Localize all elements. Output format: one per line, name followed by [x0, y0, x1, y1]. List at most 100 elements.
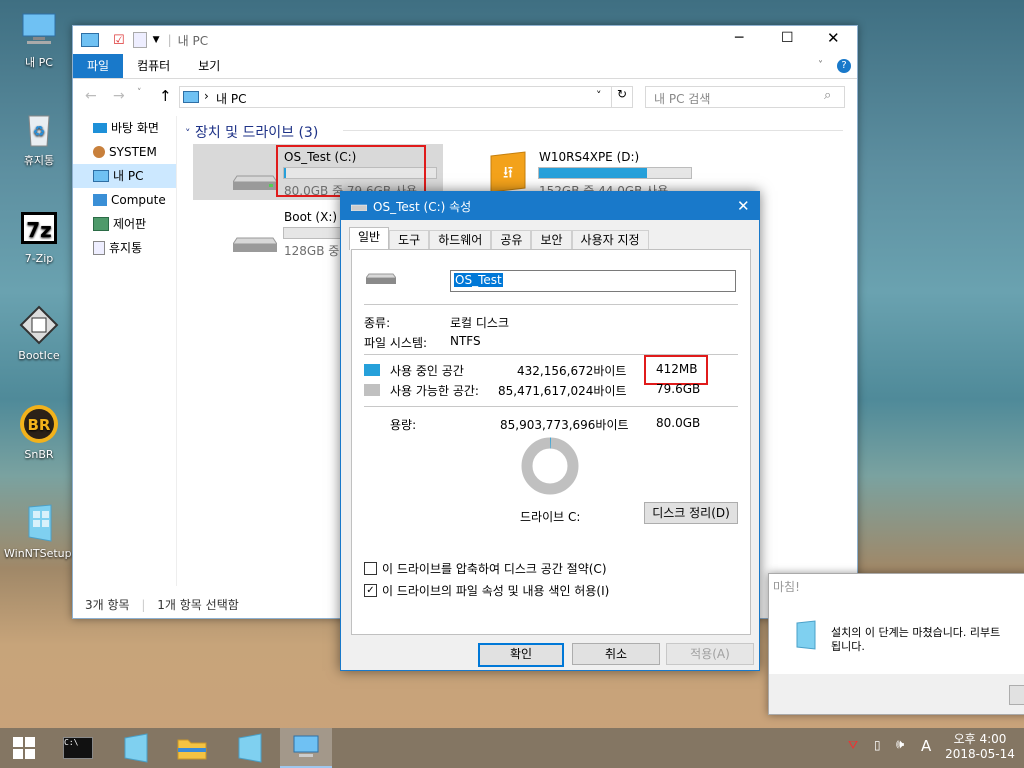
search-placeholder: 내 PC 검색 [654, 92, 711, 106]
desktop-icon-snbr[interactable]: BR SnBR [4, 404, 74, 461]
close-button[interactable]: ✕ [827, 29, 840, 47]
tab-hardware[interactable]: 하드웨어 [429, 230, 492, 249]
recycle-bin-icon [93, 241, 105, 255]
refresh-button[interactable]: ↻ [611, 86, 633, 108]
start-button[interactable] [0, 728, 48, 768]
desktop-icon-label: WinNTSetup: [4, 547, 76, 560]
taskbar-file-explorer[interactable] [168, 728, 216, 768]
winntsetup-icon [238, 733, 262, 763]
taskbar-winntsetup-2[interactable] [226, 728, 274, 768]
7zip-icon: 7z [19, 208, 59, 248]
search-input[interactable]: 내 PC 검색 ⌕ [645, 86, 845, 108]
dialog-message-line2: 됩니다. [831, 640, 865, 653]
clock-date: 2018-05-14 [945, 747, 1015, 761]
forward-arrow-icon[interactable]: → [113, 88, 125, 104]
disk-usage-ring [521, 437, 579, 495]
help-icon[interactable]: ? [837, 59, 851, 73]
nav-item-desktop[interactable]: 바탕 화면 [73, 116, 176, 140]
desktop-icon-recycle-bin[interactable]: ♻ 휴지통 [4, 108, 74, 168]
tab-tools[interactable]: 도구 [389, 230, 430, 249]
breadcrumb[interactable]: 내 PC [216, 90, 246, 107]
taskbar-cmd[interactable]: C:\ [54, 728, 102, 768]
desktop-icon-winntsetup[interactable]: WinNTSetup: [4, 503, 76, 560]
clock[interactable]: 오후 4:00 2018-05-14 [940, 732, 1020, 762]
dialog-button[interactable] [1009, 685, 1024, 705]
recent-chevron-icon[interactable]: ˅ [137, 88, 142, 98]
free-space-label: 사용 가능한 공간: [390, 384, 479, 398]
search-icon: ⌕ [824, 88, 832, 103]
tab-sharing[interactable]: 공유 [491, 230, 532, 249]
nav-item-this-pc[interactable]: 내 PC [73, 164, 176, 188]
compress-checkbox[interactable] [364, 562, 377, 575]
section-divider [343, 130, 843, 131]
winntsetup-icon [19, 503, 59, 543]
capacity-label: 용량: [390, 418, 417, 432]
svg-text:⭿: ⭿ [503, 163, 513, 182]
tab-customize[interactable]: 사용자 지정 [571, 230, 649, 249]
desktop-icon-label: 내 PC [25, 56, 53, 69]
nav-item-network[interactable]: Compute [73, 188, 176, 212]
free-space-ring [521, 437, 579, 495]
hard-drive-icon [366, 273, 396, 284]
input-method-indicator[interactable]: A [921, 737, 931, 755]
tab-file[interactable]: 파일 [73, 54, 124, 78]
close-button[interactable]: ✕ [737, 197, 750, 215]
user-icon [93, 146, 105, 158]
chevron-down-icon[interactable]: ˅ [818, 60, 823, 71]
used-space-bytes: 432,156,672바이트 [517, 364, 627, 378]
dialog-title: 마침! [773, 580, 800, 594]
divider [364, 406, 738, 407]
svg-text:7z: 7z [26, 218, 52, 242]
maximize-button[interactable]: ☐ [781, 30, 794, 46]
network-icon [93, 194, 107, 206]
svg-text:BR: BR [28, 416, 51, 434]
hard-drive-icon [233, 175, 277, 190]
taskbar-winntsetup[interactable] [112, 728, 160, 768]
address-dropdown-icon[interactable]: ˅ [596, 89, 602, 102]
up-arrow-icon[interactable]: ↑ [159, 87, 172, 105]
network-status-icon[interactable]: ⛛ [848, 738, 858, 753]
tab-computer[interactable]: 컴퓨터 [123, 54, 184, 78]
used-space-swatch [364, 364, 380, 376]
index-checkbox[interactable]: ✓ [364, 584, 377, 597]
drive-name-value: OS_Test [454, 273, 503, 287]
drive-icon [351, 204, 367, 211]
disk-cleanup-button[interactable]: 디스크 정리(D) [644, 502, 738, 524]
ok-button[interactable]: 확인 [478, 643, 564, 667]
desktop-icon [93, 123, 107, 133]
snbr-icon: BR [19, 404, 59, 444]
free-space-size: 79.6GB [656, 382, 701, 396]
setup-complete-dialog: 마침! 설치의 이 단계는 마쳤습니다. 리부트 됩니다. [768, 573, 1024, 715]
chevron-down-icon[interactable]: ▼ [153, 35, 160, 45]
cancel-button[interactable]: 취소 [572, 643, 660, 665]
properties-dialog: OS_Test (C:) 속성 ✕ 일반 도구 하드웨어 공유 보안 사용자 지… [340, 191, 760, 671]
taskbar-this-pc[interactable] [280, 728, 332, 768]
desktop-icon-bootice[interactable]: BootIce [4, 305, 74, 362]
tab-view[interactable]: 보기 [184, 54, 234, 78]
drive-name-input[interactable]: OS_Test [450, 270, 736, 292]
desktop-icon-this-pc[interactable]: 내 PC [4, 10, 74, 70]
navigation-pane: 바탕 화면 SYSTEM 내 PC Compute 제어판 휴지통 [73, 116, 177, 586]
usb-eject-icon[interactable]: ▯ [874, 738, 881, 752]
nav-item-recycle-bin[interactable]: 휴지통 [73, 236, 176, 260]
apply-button[interactable]: 적용(A) [666, 643, 754, 665]
minimize-button[interactable]: ─ [735, 30, 743, 46]
volume-icon[interactable]: 🕪 [896, 737, 904, 752]
properties-quick-icon[interactable]: ☑ [113, 33, 125, 48]
new-folder-quick-icon[interactable] [132, 32, 147, 48]
nav-item-system[interactable]: SYSTEM [73, 140, 176, 164]
desktop-icon-7zip[interactable]: 7z 7-Zip [4, 208, 74, 265]
back-arrow-icon[interactable]: ← [85, 88, 97, 104]
this-pc-icon [293, 735, 319, 757]
tab-security[interactable]: 보안 [531, 230, 572, 249]
drive-name: Boot (X:) [284, 210, 338, 224]
breadcrumb-separator: › [204, 89, 209, 103]
nav-item-control-panel[interactable]: 제어판 [73, 212, 176, 236]
section-header[interactable]: ˅ 장치 및 드라이브 (3) [185, 122, 318, 142]
taskbar: C:\ ⛛ ▯ 🕪 A 오후 4:00 2018-05-14 [0, 728, 1024, 768]
explorer-titlebar: ☑ ▼ | 내 PC ─ ☐ ✕ [73, 26, 857, 54]
tab-general[interactable]: 일반 [349, 227, 390, 250]
address-bar[interactable]: › 내 PC ˅ [179, 86, 613, 108]
winntsetup-icon [124, 733, 148, 763]
divider [364, 304, 738, 305]
